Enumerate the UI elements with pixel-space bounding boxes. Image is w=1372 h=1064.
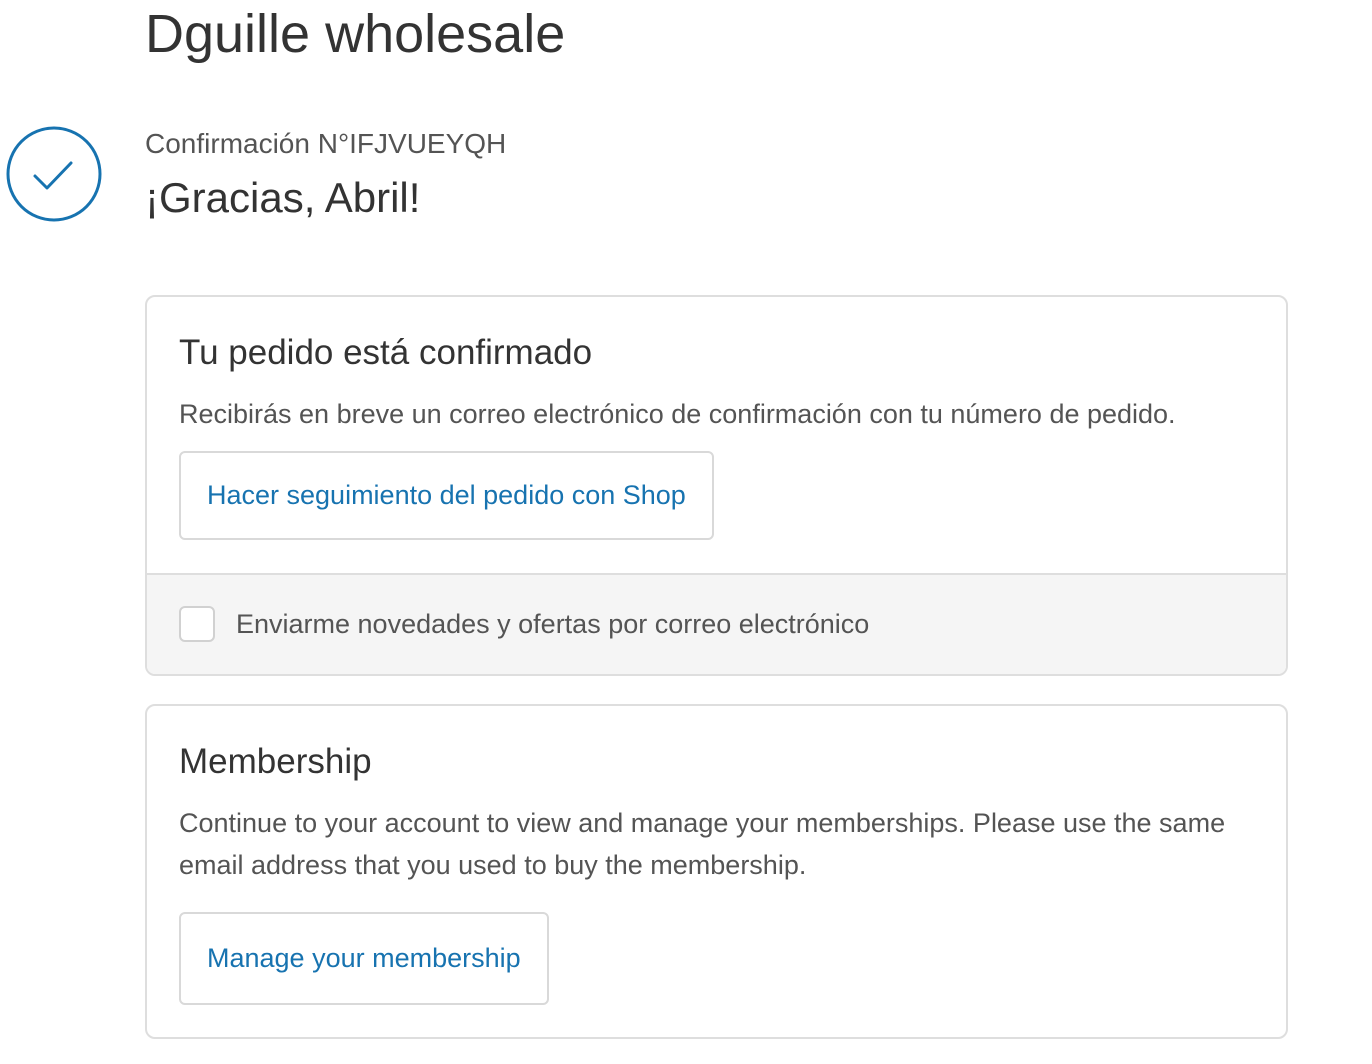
manage-membership-button[interactable]: Manage your membership bbox=[179, 912, 549, 1005]
confirmation-number: Confirmación N°IFJVUEYQH bbox=[145, 128, 507, 159]
checkmark-circle-icon bbox=[6, 126, 102, 222]
thank-you-heading: ¡Gracias, Abril! bbox=[145, 174, 421, 221]
track-order-button[interactable]: Hacer seguimiento del pedido con Shop bbox=[179, 451, 714, 540]
newsletter-section: Enviarme novedades y ofertas por correo … bbox=[147, 573, 1286, 674]
order-confirmed-title: Tu pedido está confirmado bbox=[179, 333, 593, 372]
membership-description: Continue to your account to view and man… bbox=[179, 808, 1226, 880]
membership-title: Membership bbox=[179, 742, 372, 781]
order-confirmed-description: Recibirás en breve un correo electrónico… bbox=[179, 399, 1176, 429]
order-confirmed-card: Tu pedido está confirmado Recibirás en b… bbox=[145, 295, 1288, 676]
newsletter-checkbox[interactable] bbox=[179, 606, 215, 642]
newsletter-checkbox-label[interactable]: Enviarme novedades y ofertas por correo … bbox=[236, 603, 869, 645]
store-name: Dguille wholesale bbox=[145, 4, 566, 64]
membership-card: Membership Continue to your account to v… bbox=[145, 704, 1288, 1039]
